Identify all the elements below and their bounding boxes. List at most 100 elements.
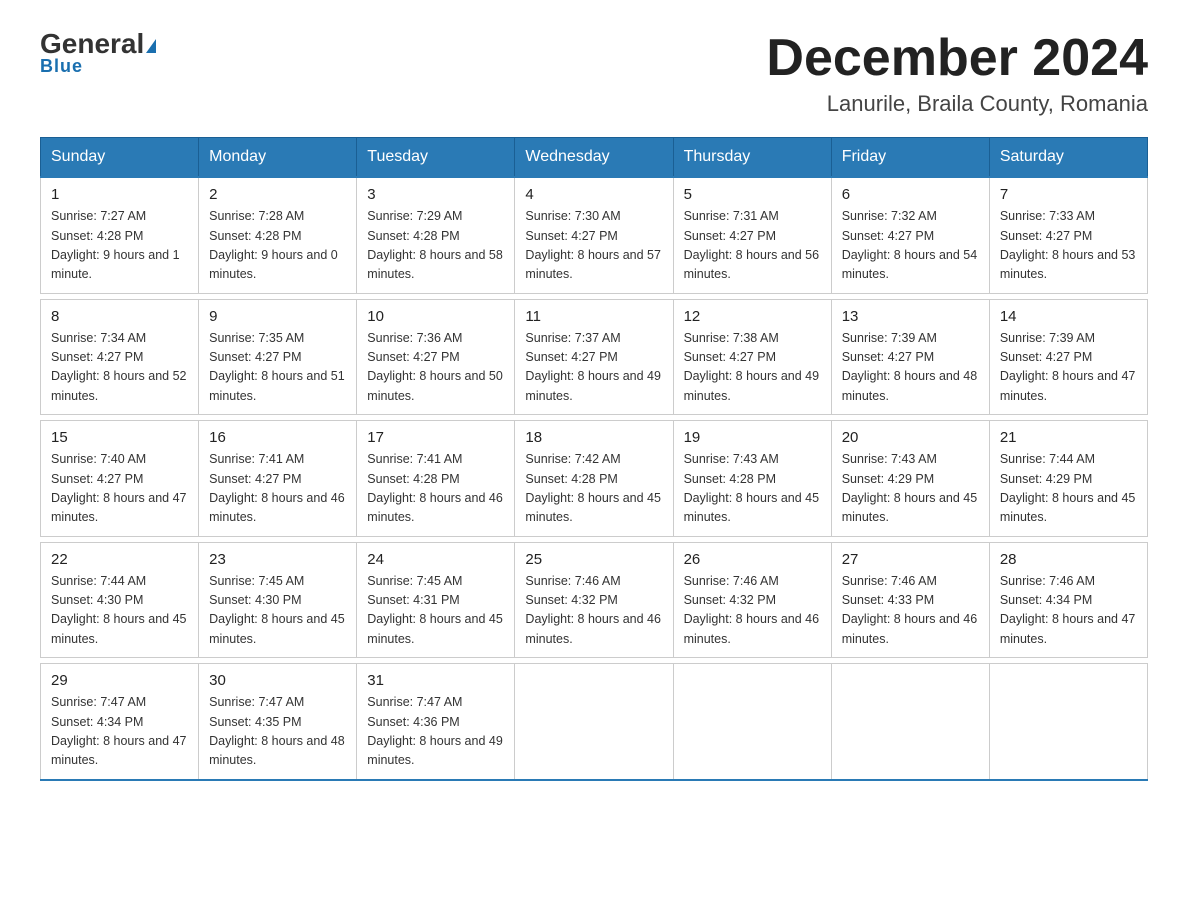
day-info: Sunrise: 7:46 AM Sunset: 4:32 PM Dayligh…	[684, 572, 821, 650]
col-sunday: Sunday	[41, 138, 199, 178]
day-number: 26	[684, 551, 821, 568]
calendar-cell: 24 Sunrise: 7:45 AM Sunset: 4:31 PM Dayl…	[357, 542, 515, 658]
day-info: Sunrise: 7:31 AM Sunset: 4:27 PM Dayligh…	[684, 207, 821, 285]
day-number: 12	[684, 308, 821, 325]
calendar-cell	[831, 664, 989, 780]
day-info: Sunrise: 7:37 AM Sunset: 4:27 PM Dayligh…	[525, 329, 662, 407]
logo: General Blue	[40, 30, 156, 77]
day-number: 16	[209, 429, 346, 446]
day-number: 11	[525, 308, 662, 325]
title-area: December 2024 Lanurile, Braila County, R…	[766, 30, 1148, 117]
col-saturday: Saturday	[989, 138, 1147, 178]
logo-text: General	[40, 30, 156, 58]
week-row-2: 8 Sunrise: 7:34 AM Sunset: 4:27 PM Dayli…	[41, 299, 1148, 415]
day-info: Sunrise: 7:44 AM Sunset: 4:29 PM Dayligh…	[1000, 450, 1137, 528]
day-number: 4	[525, 186, 662, 203]
week-row-1: 1 Sunrise: 7:27 AM Sunset: 4:28 PM Dayli…	[41, 177, 1148, 293]
day-number: 22	[51, 551, 188, 568]
day-number: 14	[1000, 308, 1137, 325]
day-info: Sunrise: 7:39 AM Sunset: 4:27 PM Dayligh…	[1000, 329, 1137, 407]
day-info: Sunrise: 7:27 AM Sunset: 4:28 PM Dayligh…	[51, 207, 188, 285]
day-number: 7	[1000, 186, 1137, 203]
day-number: 9	[209, 308, 346, 325]
calendar-cell: 13 Sunrise: 7:39 AM Sunset: 4:27 PM Dayl…	[831, 299, 989, 415]
calendar-cell: 26 Sunrise: 7:46 AM Sunset: 4:32 PM Dayl…	[673, 542, 831, 658]
calendar-cell: 7 Sunrise: 7:33 AM Sunset: 4:27 PM Dayli…	[989, 177, 1147, 293]
day-number: 18	[525, 429, 662, 446]
day-info: Sunrise: 7:46 AM Sunset: 4:33 PM Dayligh…	[842, 572, 979, 650]
week-row-4: 22 Sunrise: 7:44 AM Sunset: 4:30 PM Dayl…	[41, 542, 1148, 658]
day-info: Sunrise: 7:46 AM Sunset: 4:32 PM Dayligh…	[525, 572, 662, 650]
calendar-table: Sunday Monday Tuesday Wednesday Thursday…	[40, 137, 1148, 781]
calendar-cell: 5 Sunrise: 7:31 AM Sunset: 4:27 PM Dayli…	[673, 177, 831, 293]
logo-blue: Blue	[40, 56, 83, 77]
calendar-cell: 12 Sunrise: 7:38 AM Sunset: 4:27 PM Dayl…	[673, 299, 831, 415]
day-info: Sunrise: 7:29 AM Sunset: 4:28 PM Dayligh…	[367, 207, 504, 285]
calendar-cell: 3 Sunrise: 7:29 AM Sunset: 4:28 PM Dayli…	[357, 177, 515, 293]
week-row-5: 29 Sunrise: 7:47 AM Sunset: 4:34 PM Dayl…	[41, 664, 1148, 780]
page-header: General Blue December 2024 Lanurile, Bra…	[40, 30, 1148, 117]
day-number: 21	[1000, 429, 1137, 446]
day-info: Sunrise: 7:38 AM Sunset: 4:27 PM Dayligh…	[684, 329, 821, 407]
day-number: 13	[842, 308, 979, 325]
day-info: Sunrise: 7:47 AM Sunset: 4:35 PM Dayligh…	[209, 693, 346, 771]
col-thursday: Thursday	[673, 138, 831, 178]
day-info: Sunrise: 7:41 AM Sunset: 4:27 PM Dayligh…	[209, 450, 346, 528]
calendar-cell: 9 Sunrise: 7:35 AM Sunset: 4:27 PM Dayli…	[199, 299, 357, 415]
day-number: 27	[842, 551, 979, 568]
calendar-cell: 23 Sunrise: 7:45 AM Sunset: 4:30 PM Dayl…	[199, 542, 357, 658]
day-info: Sunrise: 7:45 AM Sunset: 4:31 PM Dayligh…	[367, 572, 504, 650]
day-number: 28	[1000, 551, 1137, 568]
day-info: Sunrise: 7:44 AM Sunset: 4:30 PM Dayligh…	[51, 572, 188, 650]
day-info: Sunrise: 7:45 AM Sunset: 4:30 PM Dayligh…	[209, 572, 346, 650]
day-info: Sunrise: 7:36 AM Sunset: 4:27 PM Dayligh…	[367, 329, 504, 407]
day-number: 25	[525, 551, 662, 568]
calendar-cell: 10 Sunrise: 7:36 AM Sunset: 4:27 PM Dayl…	[357, 299, 515, 415]
day-number: 5	[684, 186, 821, 203]
day-info: Sunrise: 7:47 AM Sunset: 4:34 PM Dayligh…	[51, 693, 188, 771]
calendar-cell: 21 Sunrise: 7:44 AM Sunset: 4:29 PM Dayl…	[989, 421, 1147, 537]
day-number: 1	[51, 186, 188, 203]
calendar-cell: 2 Sunrise: 7:28 AM Sunset: 4:28 PM Dayli…	[199, 177, 357, 293]
calendar-cell	[673, 664, 831, 780]
day-info: Sunrise: 7:32 AM Sunset: 4:27 PM Dayligh…	[842, 207, 979, 285]
day-number: 29	[51, 672, 188, 689]
day-number: 30	[209, 672, 346, 689]
calendar-cell: 25 Sunrise: 7:46 AM Sunset: 4:32 PM Dayl…	[515, 542, 673, 658]
day-number: 17	[367, 429, 504, 446]
day-info: Sunrise: 7:41 AM Sunset: 4:28 PM Dayligh…	[367, 450, 504, 528]
col-friday: Friday	[831, 138, 989, 178]
day-number: 6	[842, 186, 979, 203]
calendar-cell: 28 Sunrise: 7:46 AM Sunset: 4:34 PM Dayl…	[989, 542, 1147, 658]
calendar-cell: 29 Sunrise: 7:47 AM Sunset: 4:34 PM Dayl…	[41, 664, 199, 780]
day-info: Sunrise: 7:33 AM Sunset: 4:27 PM Dayligh…	[1000, 207, 1137, 285]
calendar-cell: 11 Sunrise: 7:37 AM Sunset: 4:27 PM Dayl…	[515, 299, 673, 415]
calendar-header-row: Sunday Monday Tuesday Wednesday Thursday…	[41, 138, 1148, 178]
day-info: Sunrise: 7:34 AM Sunset: 4:27 PM Dayligh…	[51, 329, 188, 407]
day-info: Sunrise: 7:43 AM Sunset: 4:29 PM Dayligh…	[842, 450, 979, 528]
day-info: Sunrise: 7:39 AM Sunset: 4:27 PM Dayligh…	[842, 329, 979, 407]
day-info: Sunrise: 7:28 AM Sunset: 4:28 PM Dayligh…	[209, 207, 346, 285]
calendar-cell: 20 Sunrise: 7:43 AM Sunset: 4:29 PM Dayl…	[831, 421, 989, 537]
calendar-cell: 6 Sunrise: 7:32 AM Sunset: 4:27 PM Dayli…	[831, 177, 989, 293]
calendar-cell: 30 Sunrise: 7:47 AM Sunset: 4:35 PM Dayl…	[199, 664, 357, 780]
logo-triangle-icon	[146, 39, 156, 53]
day-info: Sunrise: 7:35 AM Sunset: 4:27 PM Dayligh…	[209, 329, 346, 407]
calendar-cell	[989, 664, 1147, 780]
calendar-cell: 17 Sunrise: 7:41 AM Sunset: 4:28 PM Dayl…	[357, 421, 515, 537]
calendar-cell: 15 Sunrise: 7:40 AM Sunset: 4:27 PM Dayl…	[41, 421, 199, 537]
day-info: Sunrise: 7:30 AM Sunset: 4:27 PM Dayligh…	[525, 207, 662, 285]
col-tuesday: Tuesday	[357, 138, 515, 178]
calendar-cell: 8 Sunrise: 7:34 AM Sunset: 4:27 PM Dayli…	[41, 299, 199, 415]
calendar-cell: 19 Sunrise: 7:43 AM Sunset: 4:28 PM Dayl…	[673, 421, 831, 537]
day-number: 3	[367, 186, 504, 203]
day-number: 15	[51, 429, 188, 446]
calendar-cell: 31 Sunrise: 7:47 AM Sunset: 4:36 PM Dayl…	[357, 664, 515, 780]
calendar-cell	[515, 664, 673, 780]
calendar-cell: 14 Sunrise: 7:39 AM Sunset: 4:27 PM Dayl…	[989, 299, 1147, 415]
day-info: Sunrise: 7:42 AM Sunset: 4:28 PM Dayligh…	[525, 450, 662, 528]
logo-general: General	[40, 28, 144, 59]
col-monday: Monday	[199, 138, 357, 178]
day-number: 2	[209, 186, 346, 203]
subtitle: Lanurile, Braila County, Romania	[766, 91, 1148, 117]
